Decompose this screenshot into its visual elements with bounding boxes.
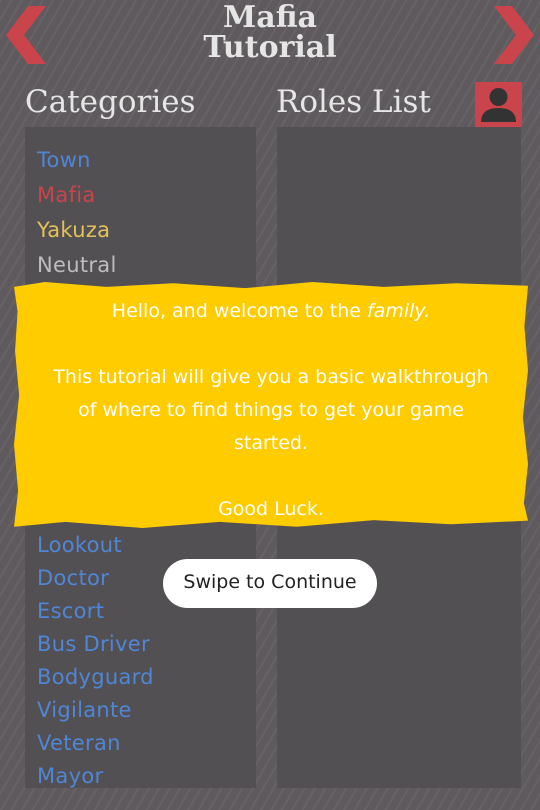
- welcome-line: Hello, and welcome to the family.: [34, 295, 508, 328]
- title-line-2: Tutorial: [203, 30, 337, 65]
- role-item-bus-driver[interactable]: Bus Driver: [37, 628, 154, 661]
- swipe-to-continue-button[interactable]: Swipe to Continue: [163, 559, 377, 608]
- title-line-1: Mafia: [223, 0, 317, 35]
- category-item-neutral[interactable]: Neutral: [37, 248, 117, 283]
- chevron-right-icon[interactable]: [484, 6, 538, 64]
- role-item-vigilante[interactable]: Vigilante: [37, 694, 154, 727]
- role-item-doctor[interactable]: Doctor: [37, 562, 154, 595]
- category-item-town[interactable]: Town: [37, 143, 117, 178]
- role-item-lookout[interactable]: Lookout: [37, 529, 154, 562]
- welcome-text: Hello, and welcome to the: [111, 300, 367, 322]
- role-item-mayor[interactable]: Mayor: [37, 760, 154, 793]
- tutorial-body-text: This tutorial will give you a basic walk…: [53, 366, 489, 454]
- role-item-bodyguard[interactable]: Bodyguard: [37, 661, 154, 694]
- category-item-mafia[interactable]: Mafia: [37, 178, 117, 213]
- user-icon: [481, 88, 516, 122]
- role-item-veteran[interactable]: Veteran: [37, 727, 154, 760]
- good-luck-text: Good Luck.: [218, 498, 324, 520]
- chevron-left-icon[interactable]: [2, 6, 56, 64]
- role-list: Lookout Doctor Escort Bus Driver Bodygua…: [37, 529, 154, 793]
- categories-heading: Categories: [25, 84, 196, 120]
- welcome-emphasis: family.: [366, 300, 431, 322]
- tutorial-overlay: Hello, and welcome to the family. This t…: [14, 282, 528, 528]
- page-title: Mafia Tutorial: [0, 0, 540, 63]
- category-item-yakuza[interactable]: Yakuza: [37, 213, 117, 248]
- roles-list-heading: Roles List: [276, 84, 431, 120]
- profile-button[interactable]: [475, 82, 522, 127]
- role-item-escort[interactable]: Escort: [37, 595, 154, 628]
- category-list: Town Mafia Yakuza Neutral: [37, 143, 117, 283]
